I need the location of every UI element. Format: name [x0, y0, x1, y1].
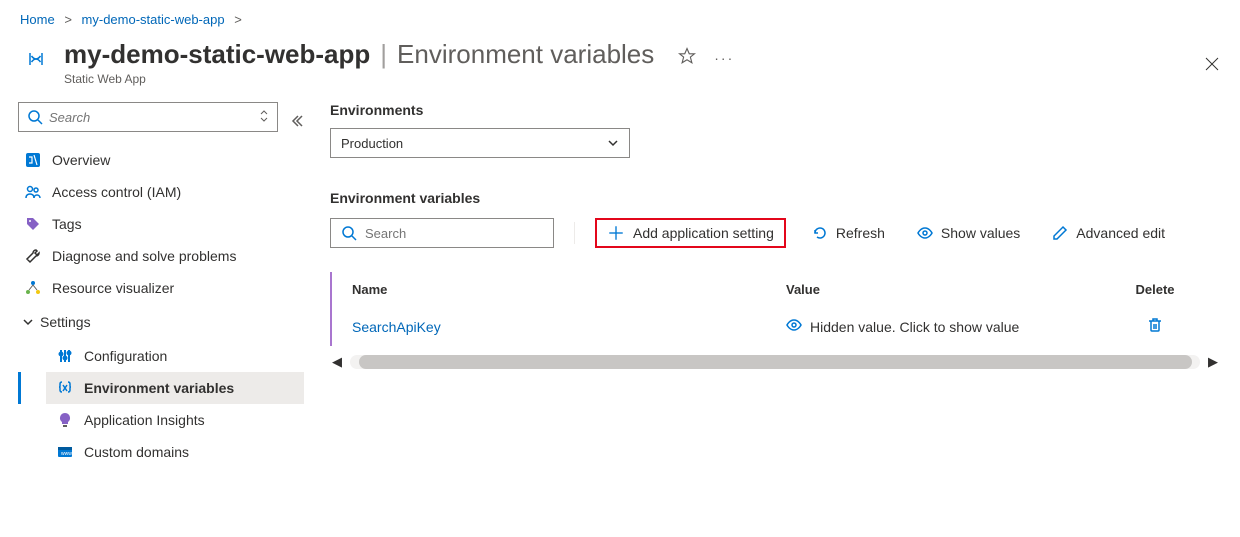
col-delete: Delete — [1110, 282, 1200, 297]
chevron-down-icon — [607, 137, 619, 149]
environment-selected-value: Production — [341, 136, 403, 151]
scroll-thumb[interactable] — [359, 355, 1192, 369]
eye-icon — [917, 225, 933, 241]
breadcrumb-sep: > — [234, 12, 242, 27]
page-title-suffix: Environment variables — [397, 39, 654, 70]
people-icon — [24, 184, 42, 200]
envvar-value-text: Hidden value. Click to show value — [810, 319, 1019, 335]
toolbar-label: Add application setting — [633, 225, 774, 241]
sidebar-item-label: Resource visualizer — [52, 280, 174, 296]
sort-updown-icon[interactable] — [259, 109, 269, 126]
toolbar-label: Advanced edit — [1076, 225, 1165, 241]
sidebar-item-tags[interactable]: Tags — [18, 208, 304, 240]
sidebar-search-input[interactable] — [49, 110, 269, 125]
app-logo-icon — [20, 43, 52, 75]
refresh-icon — [812, 225, 828, 241]
scroll-left-icon[interactable]: ◀ — [330, 354, 344, 370]
col-value: Value — [786, 282, 1106, 297]
sidebar-item-label: Diagnose and solve problems — [52, 248, 236, 264]
sidebar-item-diagnose[interactable]: Diagnose and solve problems — [18, 240, 304, 272]
more-actions-icon[interactable]: ··· — [714, 50, 734, 66]
braces-icon — [56, 380, 74, 396]
sidebar-item-label: Overview — [52, 152, 110, 168]
collapse-sidebar-icon[interactable] — [290, 114, 304, 131]
sidebar-item-label: Configuration — [84, 348, 167, 364]
search-icon — [27, 109, 43, 125]
page-title: my-demo-static-web-app — [64, 39, 370, 70]
envvar-search[interactable] — [330, 218, 554, 248]
graph-icon — [24, 280, 42, 296]
sidebar-item-configuration[interactable]: Configuration — [46, 340, 304, 372]
eye-icon — [786, 317, 802, 336]
sidebar-item-overview[interactable]: Overview — [18, 144, 304, 176]
breadcrumb-sep: > — [64, 12, 72, 27]
environment-select[interactable]: Production — [330, 128, 630, 158]
sidebar-item-label: Custom domains — [84, 444, 189, 460]
sidebar-item-resource-visualizer[interactable]: Resource visualizer — [18, 272, 304, 304]
sidebar-item-label: Tags — [52, 216, 82, 232]
refresh-button[interactable]: Refresh — [806, 221, 891, 245]
domain-icon: www — [56, 444, 74, 460]
favorite-star-icon[interactable] — [678, 47, 696, 68]
svg-text:www: www — [61, 451, 72, 457]
toolbar-label: Refresh — [836, 225, 885, 241]
overview-icon — [24, 152, 42, 168]
sidebar-item-access-control[interactable]: Access control (IAM) — [18, 176, 304, 208]
col-name: Name — [352, 282, 782, 297]
envvar-value-cell[interactable]: Hidden value. Click to show value — [786, 317, 1106, 336]
envvar-name-link[interactable]: SearchApiKey — [352, 319, 441, 335]
add-application-setting-button[interactable]: Add application setting — [595, 218, 786, 248]
sidebar: Overview Access control (IAM) Tags Diagn… — [0, 102, 314, 468]
horizontal-scrollbar[interactable]: ◀ ▶ — [330, 354, 1220, 370]
tag-icon — [24, 216, 42, 232]
show-values-button[interactable]: Show values — [911, 221, 1026, 245]
pencil-icon — [1052, 225, 1068, 241]
bulb-icon — [56, 412, 74, 428]
sidebar-item-environment-variables[interactable]: Environment variables — [46, 372, 304, 404]
table-header: Name Value Delete — [332, 272, 1220, 307]
sidebar-item-label: Application Insights — [84, 412, 205, 428]
breadcrumb-home[interactable]: Home — [20, 12, 55, 27]
breadcrumb: Home > my-demo-static-web-app > — [0, 0, 1240, 31]
sidebar-item-label: Environment variables — [84, 380, 234, 396]
scroll-right-icon[interactable]: ▶ — [1206, 354, 1220, 370]
title-divider: | — [380, 39, 387, 70]
plus-icon — [607, 224, 625, 242]
close-icon[interactable] — [1204, 56, 1220, 77]
search-icon — [341, 225, 357, 241]
advanced-edit-button[interactable]: Advanced edit — [1046, 221, 1171, 245]
envvar-table: Name Value Delete SearchApiKey Hidden va… — [330, 272, 1220, 346]
toolbar-label: Show values — [941, 225, 1020, 241]
breadcrumb-app[interactable]: my-demo-static-web-app — [82, 12, 225, 27]
sidebar-item-application-insights[interactable]: Application Insights — [46, 404, 304, 436]
sliders-icon — [56, 348, 74, 364]
toolbar-divider — [574, 222, 575, 244]
toolbar: Add application setting Refresh Show val… — [330, 218, 1220, 248]
page-subtitle: Static Web App — [64, 72, 654, 86]
sidebar-item-label: Access control (IAM) — [52, 184, 181, 200]
envvar-section-title: Environment variables — [330, 190, 1220, 206]
environments-label: Environments — [330, 102, 1220, 118]
table-row: SearchApiKey Hidden value. Click to show… — [332, 307, 1220, 346]
sidebar-group-settings[interactable]: Settings — [18, 304, 304, 340]
scroll-track[interactable] — [350, 355, 1200, 369]
sidebar-group-label: Settings — [40, 314, 91, 330]
wrench-icon — [24, 248, 42, 264]
sidebar-search[interactable] — [18, 102, 278, 132]
chevron-down-icon — [22, 316, 34, 328]
delete-icon[interactable] — [1147, 317, 1163, 336]
main-content: Environments Production Environment vari… — [314, 102, 1240, 468]
envvar-search-input[interactable] — [365, 226, 543, 241]
page-header: my-demo-static-web-app | Environment var… — [0, 31, 1240, 102]
sidebar-item-custom-domains[interactable]: www Custom domains — [46, 436, 304, 468]
